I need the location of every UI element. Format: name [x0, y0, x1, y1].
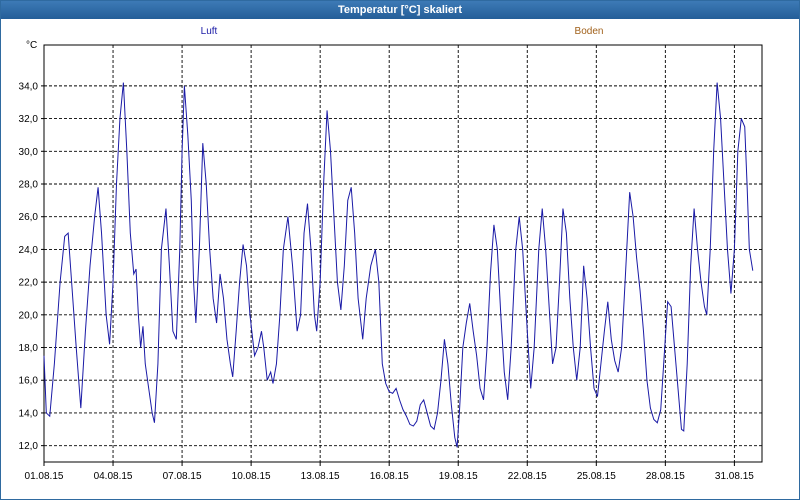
- y-tick-label: 32,0: [19, 114, 39, 125]
- y-tick-label: 12,0: [19, 441, 39, 452]
- x-tick-label: 13.08.15: [301, 471, 340, 482]
- y-axis: 12,0 14,0 16,0 18,0 20,0 22,0 24,0 26,0 28,0 30,0…: [19, 81, 44, 452]
- x-tick-label: 10.08.15: [232, 471, 271, 482]
- x-tick-label: 19.08.15: [439, 471, 478, 482]
- legend-luft: Luft: [201, 26, 218, 37]
- y-tick-label: 28,0: [19, 180, 39, 191]
- x-tick-label: 28.08.15: [646, 471, 685, 482]
- y-tick-label: 20,0: [19, 310, 39, 321]
- x-tick-label: 07.08.15: [163, 471, 202, 482]
- y-tick-label: 18,0: [19, 343, 39, 354]
- x-tick-label: 25.08.15: [577, 471, 616, 482]
- x-tick-label: 01.08.15: [25, 471, 64, 482]
- y-tick-label: 24,0: [19, 245, 39, 256]
- x-tick-label: 04.08.15: [94, 471, 133, 482]
- x-tick-label: 16.08.15: [370, 471, 409, 482]
- y-tick-label: 22,0: [19, 278, 39, 289]
- x-tick-label: 22.08.15: [508, 471, 547, 482]
- y-tick-label: 30,0: [19, 147, 39, 158]
- y-tick-label: 26,0: [19, 212, 39, 223]
- y-tick-label: 34,0: [19, 81, 39, 92]
- line-chart: 12,0 14,0 16,0 18,0 20,0 22,0 24,0 26,0 28,0 30,0…: [19, 26, 763, 482]
- y-axis-unit: °C: [26, 40, 37, 51]
- y-tick-label: 14,0: [19, 408, 39, 419]
- y-tick-label: 16,0: [19, 376, 39, 387]
- legend-boden: Boden: [575, 26, 604, 37]
- x-tick-label: 31.08.15: [715, 471, 754, 482]
- x-axis: 01.08.15 04.08.15 07.08.15 10.08.15 13.08.15…: [25, 462, 754, 482]
- plot-area: [43, 44, 763, 463]
